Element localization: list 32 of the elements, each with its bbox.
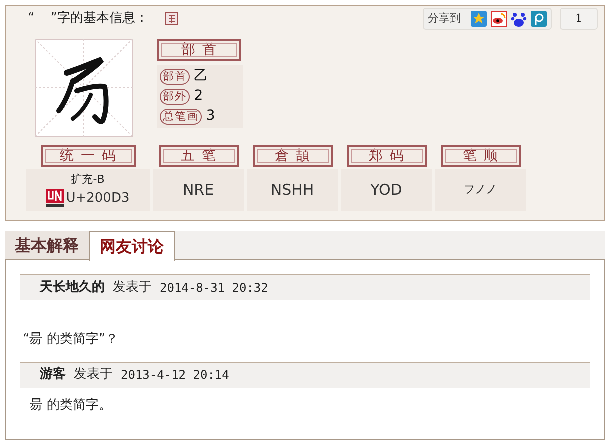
paw-icon[interactable] — [511, 11, 527, 27]
code-value: フノノ — [464, 182, 497, 198]
post-author: 天长地久的 — [40, 278, 105, 297]
post-body: “昜 的类简字”？ — [22, 331, 120, 349]
code-extension: 扩充-B — [71, 172, 105, 188]
radical-value: 3 — [206, 107, 216, 126]
star-icon[interactable] — [471, 11, 487, 27]
radical-label: 总笔画 — [160, 108, 202, 124]
p-logo-icon[interactable] — [531, 11, 547, 27]
post-time: 2013-4-12 20:14 — [121, 367, 230, 384]
post-body: 昜 的类简字。 — [29, 396, 114, 414]
post-verb: 发表于 — [74, 366, 113, 384]
code-value: U+200D3 — [66, 190, 130, 208]
post-time: 2014-8-31 20:32 — [160, 280, 268, 296]
code-value: NSHH — [270, 180, 314, 201]
code-value: YOD — [370, 180, 402, 201]
code-value: NRE — [182, 180, 214, 201]
eye-icon[interactable] — [491, 11, 507, 27]
radical-value: 乙 — [194, 67, 208, 86]
radical-label: 部外 — [160, 88, 190, 104]
share-label: 分享到 — [428, 10, 461, 27]
post-author: 游客 — [40, 366, 66, 384]
title-quote: “ — [28, 10, 35, 28]
share-count: 1 — [560, 8, 598, 30]
radical-label: 部首 — [160, 68, 190, 84]
tab[interactable]: 基本解释 — [5, 231, 89, 260]
stamp-icon — [164, 12, 178, 26]
tab[interactable]: 网友讨论 — [89, 231, 175, 261]
radical-value: 2 — [194, 87, 204, 106]
info-title: ”字的基本信息： — [50, 10, 148, 28]
unicode-logo-icon — [46, 189, 64, 208]
post-verb: 发表于 — [113, 278, 152, 297]
